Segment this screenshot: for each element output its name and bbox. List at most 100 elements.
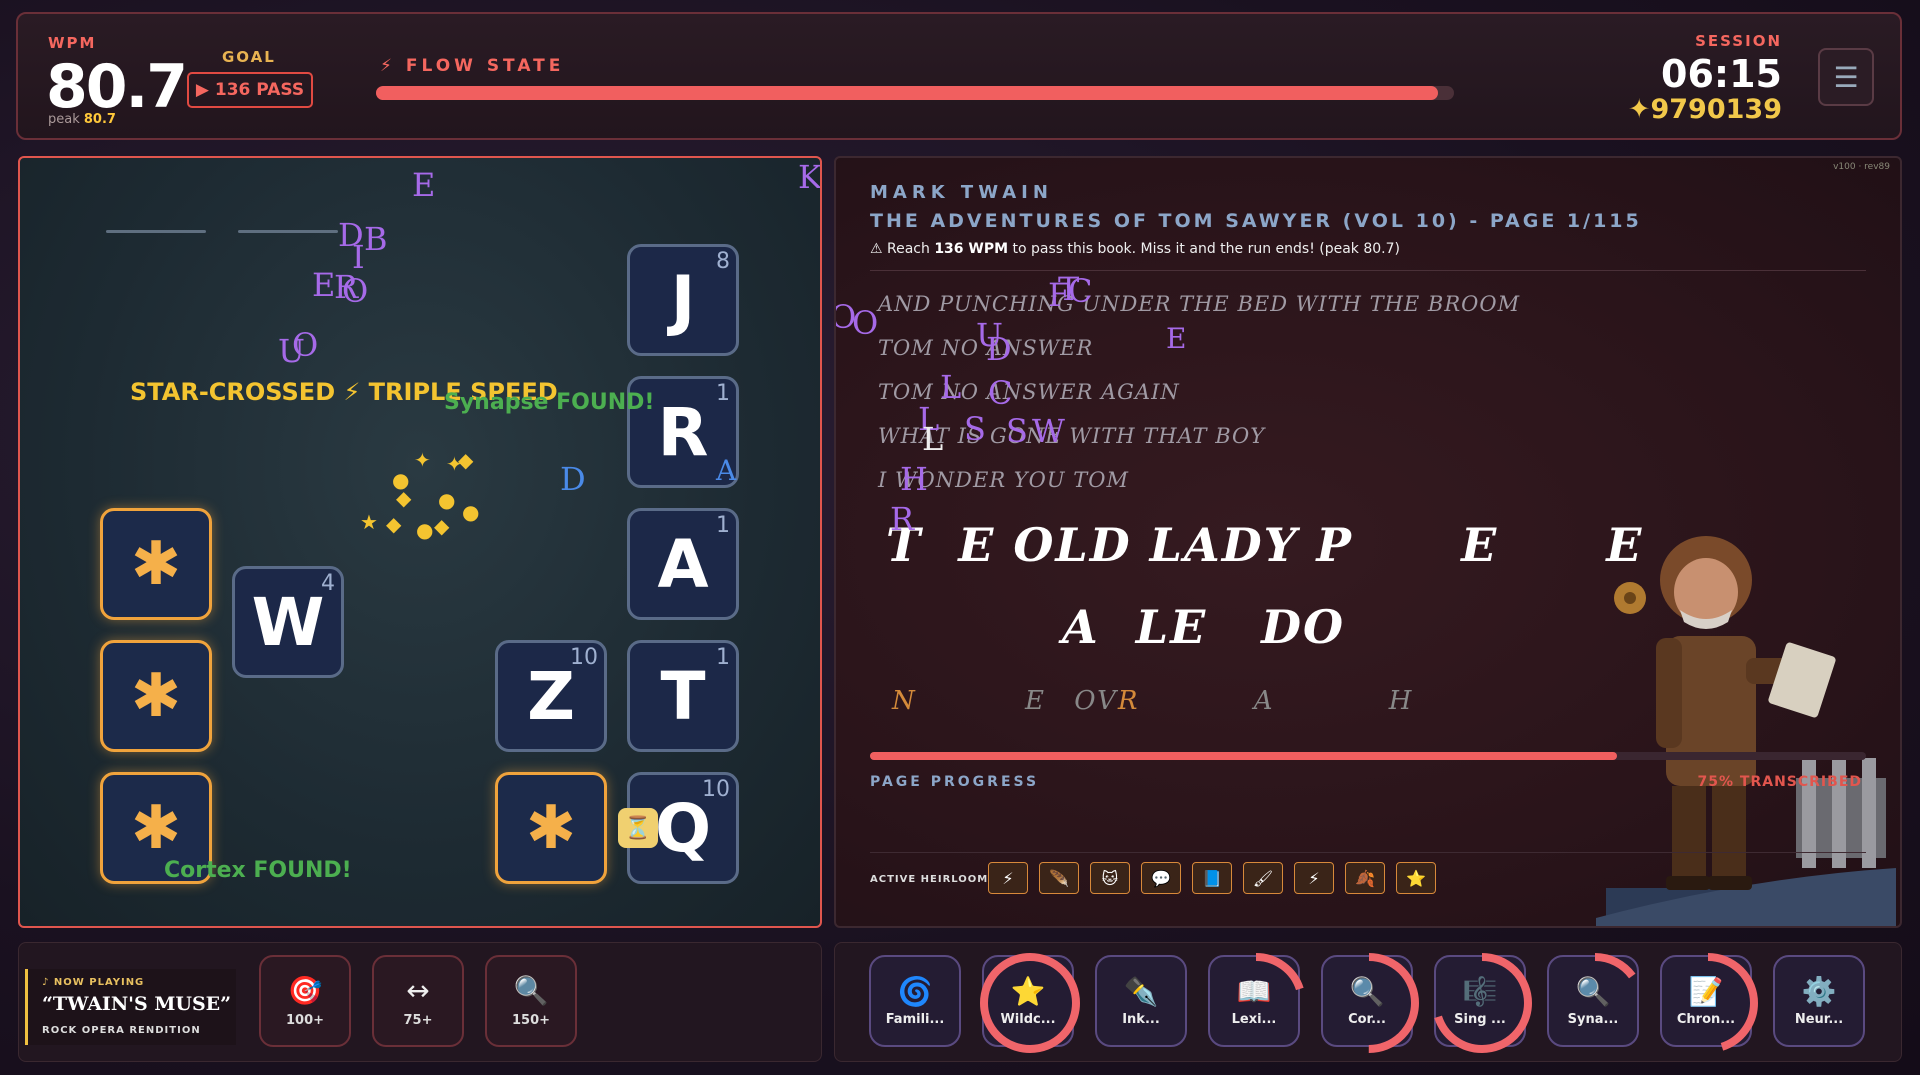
ability-label: Cor... xyxy=(1348,1012,1386,1027)
heirloom-book-icon[interactable]: 📘 xyxy=(1192,862,1232,894)
floating-letter: C xyxy=(1068,272,1093,310)
next-letter: OV xyxy=(1074,686,1118,716)
wildcard-tile[interactable]: ✱ xyxy=(495,772,607,884)
floating-letter: W xyxy=(1032,412,1065,450)
heirloom-leaf-icon[interactable]: 🍂 xyxy=(1345,862,1385,894)
floating-letter: O xyxy=(342,272,369,310)
ability-wildcard-button[interactable]: ⭐ Wildc... xyxy=(980,953,1080,1053)
heirlooms-label: ACTIVE HEIRLOOMS: xyxy=(870,874,1002,885)
ability-ink-button[interactable]: ✒️ Ink... xyxy=(1095,955,1187,1047)
heirloom-speech-icon[interactable]: 💬 xyxy=(1141,862,1181,894)
session-score: ✦9790139 xyxy=(1627,94,1782,125)
letter-tile-j[interactable]: J8 xyxy=(627,244,739,356)
heirloom-lightning-icon[interactable]: ⚡ xyxy=(1294,862,1334,894)
goal-button[interactable]: ▶ 136 PASS xyxy=(187,72,313,108)
floating-letter: H xyxy=(900,460,928,498)
floating-letter: K xyxy=(798,158,822,196)
heirloom-brush-icon[interactable]: 🖌 xyxy=(1243,862,1283,894)
peak-value: 80.7 xyxy=(83,112,116,127)
flow-state-bar xyxy=(376,86,1454,100)
floating-letter: A xyxy=(716,454,737,487)
letter-tile-t[interactable]: T1 xyxy=(627,640,739,752)
ability-familiar-button[interactable]: 🌀 Famili... xyxy=(869,955,961,1047)
divider xyxy=(870,852,1866,853)
ability-label: Neur... xyxy=(1794,1012,1844,1027)
song-subtitle: ROCK OPERA RENDITION xyxy=(42,1025,201,1036)
floating-letter: E xyxy=(312,266,336,304)
floating-letter: E xyxy=(412,166,436,204)
sparkle-icon: ◆ xyxy=(386,512,402,536)
tile-score: 1 xyxy=(716,513,730,538)
next-letter: N xyxy=(892,686,917,716)
sparkle-icon: ● xyxy=(462,500,480,524)
now-playing-card[interactable]: ♪ NOW PLAYING “TWAIN'S MUSE” ROCK OPERA … xyxy=(25,969,236,1045)
floating-letter: S xyxy=(964,410,986,448)
letter-tile-w[interactable]: W4 xyxy=(232,566,344,678)
wildcard-icon: ⭐ xyxy=(1010,975,1046,1008)
page-progress-bar xyxy=(870,752,1866,760)
goal-label: GOAL xyxy=(222,48,276,66)
ability-chronicle-button[interactable]: 📝 Chron... xyxy=(1658,953,1758,1053)
tile-score: 1 xyxy=(716,645,730,670)
sparkle-icon: ● xyxy=(416,518,434,542)
ability-label: Syna... xyxy=(1567,1012,1619,1027)
ability-label: Lexi... xyxy=(1231,1012,1277,1027)
found-notice: Synapse FOUND! xyxy=(444,390,655,415)
ability-cortex-button[interactable]: 🔍 Cor... xyxy=(1319,953,1419,1053)
powerup-swap-button[interactable]: ↔ 75+ xyxy=(372,955,464,1047)
letter-tile-z[interactable]: Z 10 xyxy=(495,640,607,752)
warning-text: ⚠ Reach xyxy=(870,241,935,257)
top-hud: WPM 80.7 peak 80.7 GOAL ▶ 136 PASS ⚡ FLO… xyxy=(16,12,1902,140)
powerup-cost: 100+ xyxy=(285,1013,325,1028)
lexicon-icon: 📖 xyxy=(1236,975,1272,1008)
divider xyxy=(870,270,1866,271)
completed-line: AND PUNCHING UNDER THE BED WITH THE BROO… xyxy=(878,292,1521,316)
ability-synapse-button[interactable]: 🔍 Syna... xyxy=(1545,953,1645,1053)
target-icon: 🎯 xyxy=(287,974,323,1007)
floating-letter: O xyxy=(852,304,879,342)
tile-letter: J xyxy=(670,261,696,339)
wildcard-star-icon: ✱ xyxy=(525,793,577,863)
heirloom-lightning-icon[interactable]: ⚡ xyxy=(988,862,1028,894)
powerup-cost: 75+ xyxy=(403,1013,433,1028)
wildcard-tile[interactable]: ✱ xyxy=(100,508,212,620)
mark-twain-portrait xyxy=(1596,536,1896,926)
flow-state-label: ⚡ FLOW STATE xyxy=(380,56,565,76)
book-title: THE ADVENTURES OF TOM SAWYER (VOL 10) - … xyxy=(870,210,1642,232)
sparkle-icon: ◆ xyxy=(434,514,450,538)
wildcard-tile[interactable]: ✱ xyxy=(100,640,212,752)
next-letter: R xyxy=(1117,686,1140,716)
floating-letter: B xyxy=(364,220,388,258)
heirloom-feather-icon[interactable]: 🪶 xyxy=(1039,862,1079,894)
ability-neural-button[interactable]: ⚙️ Neur... xyxy=(1773,955,1865,1047)
tile-score: 10 xyxy=(702,777,730,802)
ability-singer-button[interactable]: 🎼 Sing ... xyxy=(1432,953,1532,1053)
ability-label: Ink... xyxy=(1122,1012,1160,1027)
tile-letter: A xyxy=(657,525,709,603)
flow-state-fill xyxy=(376,86,1438,100)
session-label: SESSION xyxy=(1695,32,1782,50)
wildcard-star-icon: ✱ xyxy=(130,529,182,599)
sparkle-icon: ★ xyxy=(360,510,378,534)
neural-icon: ⚙️ xyxy=(1801,975,1837,1008)
ink-icon: ✒️ xyxy=(1123,975,1159,1008)
powerup-search-button[interactable]: 🔍 150+ xyxy=(485,955,577,1047)
tile-score: 8 xyxy=(716,249,730,274)
synapse-icon: 🔍 xyxy=(1575,975,1611,1008)
heirloom-cat-icon[interactable]: 🐱 xyxy=(1090,862,1130,894)
peak-wpm: peak 80.7 xyxy=(48,112,116,127)
current-line: T E OLD LADY P E E xyxy=(886,518,1644,572)
powerup-target-button[interactable]: 🎯 100+ xyxy=(259,955,351,1047)
heirloom-star-icon[interactable]: ⭐ xyxy=(1396,862,1436,894)
ability-label: Chron... xyxy=(1676,1012,1736,1027)
letter-board: J8 R1 A1 W4 Z 10 T1 Q 10 ✱ ✱ ✱ ✱ ⏳ E K D B… xyxy=(18,156,822,928)
powerup-cost: 150+ xyxy=(511,1013,551,1028)
letter-tile-a[interactable]: A1 xyxy=(627,508,739,620)
wildcard-star-icon: ✱ xyxy=(130,661,182,731)
next-letter: A xyxy=(1253,686,1275,716)
hamburger-menu-icon[interactable]: ☰ xyxy=(1818,48,1874,106)
sparkle-icon: ◆ xyxy=(396,486,412,510)
book-panel: v100 · rev89 MARK TWAIN THE ADVENTURES O… xyxy=(834,156,1902,928)
sparkle-icon: ✦ xyxy=(414,448,431,472)
ability-lexicon-button[interactable]: 📖 Lexi... xyxy=(1206,953,1306,1053)
